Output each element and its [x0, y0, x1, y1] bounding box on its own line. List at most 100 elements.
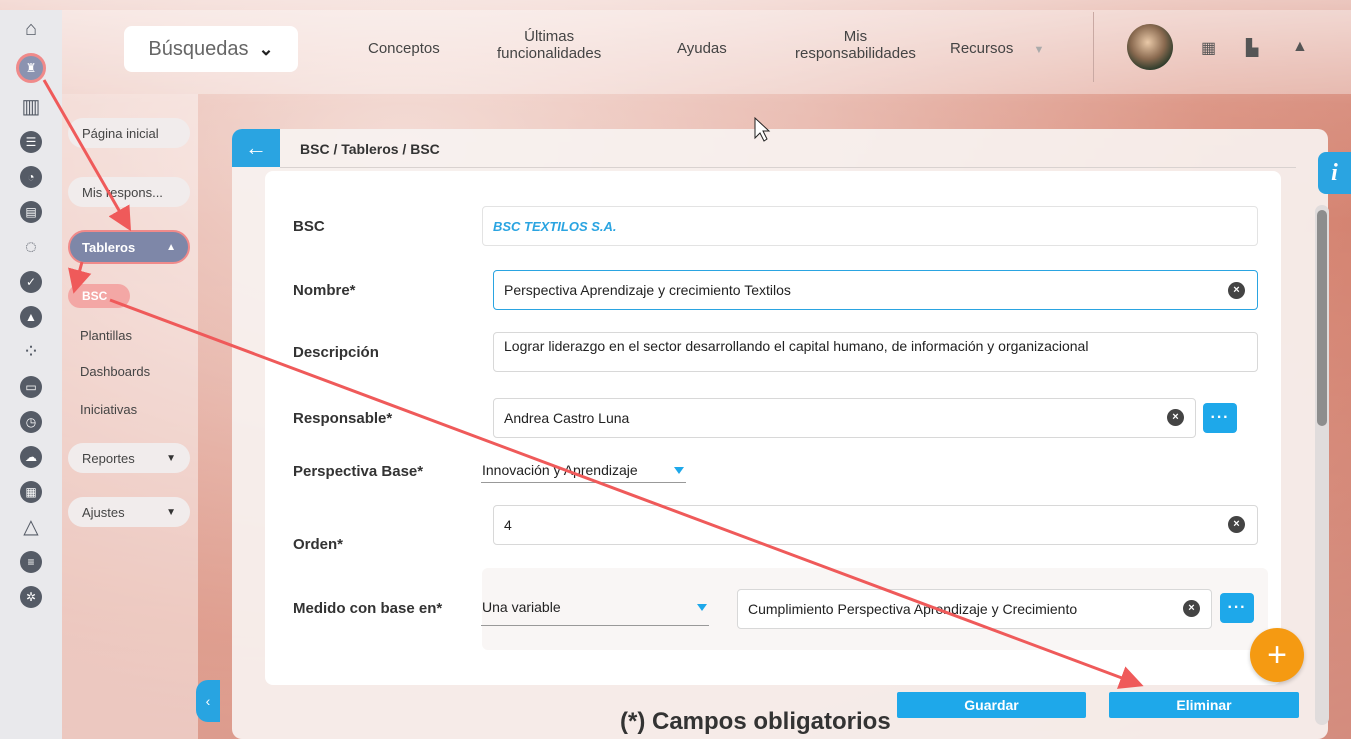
avatar[interactable]: [1127, 24, 1173, 70]
network-icon[interactable]: △: [20, 516, 42, 538]
presentation-icon[interactable]: ▭: [20, 376, 42, 398]
menu-mis-respons[interactable]: Mis respons...: [68, 177, 190, 207]
caret-down-icon: ▼: [1033, 44, 1045, 56]
menu-ajustes[interactable]: Ajustes ▼: [68, 497, 190, 527]
nav-mis-responsabilidades[interactable]: Mis responsabilidades: [795, 28, 916, 62]
submenu-label: Plantillas: [80, 328, 133, 343]
clock-icon[interactable]: ◷: [20, 411, 42, 433]
descripcion-textarea[interactable]: Lograr liderazgo en el sector desarrolla…: [493, 332, 1258, 372]
divider: [280, 167, 1296, 168]
button-label: Guardar: [964, 697, 1019, 713]
menu-label: Página inicial: [82, 125, 159, 141]
nav-label: Ayudas: [677, 40, 727, 57]
bsc-value: BSC TEXTILOS S.A.: [493, 218, 617, 234]
nav-label: responsabilidades: [795, 45, 916, 62]
descripcion-label: Descripción: [293, 344, 379, 361]
submenu-bsc[interactable]: BSC: [68, 284, 130, 308]
menu-label: Mis respons...: [82, 184, 163, 200]
clear-orden-icon[interactable]: ×: [1228, 516, 1245, 533]
submenu-iniciativas[interactable]: Iniciativas: [80, 402, 137, 417]
scrollbar-thumb[interactable]: [1317, 210, 1327, 426]
warning-icon[interactable]: ▲: [20, 306, 42, 328]
nav-label: Conceptos: [368, 40, 440, 57]
submenu-label: Iniciativas: [80, 402, 138, 417]
collapse-menu-button[interactable]: ‹: [196, 680, 220, 722]
responsable-lookup-button[interactable]: ···: [1203, 403, 1237, 433]
pie-chart-icon[interactable]: ◔: [20, 166, 42, 188]
bell-icon[interactable]: ▲: [1292, 38, 1308, 56]
menu-label: Ajustes: [82, 504, 125, 520]
required-fields-note: (*) Campos obligatorios: [620, 708, 891, 735]
eliminar-button[interactable]: Eliminar: [1109, 692, 1299, 718]
icon-rail: ⌂ ♜ ▥ ☰ ◔ ▤ ◌ ✓ ▲ ⁘ ▭ ◷ ☁ ▦ △ ≡ ✲: [0, 10, 62, 739]
medido-caret-icon: [697, 604, 707, 611]
variable-value: Cumplimiento Perspectiva Aprendizaje y C…: [748, 601, 1078, 617]
back-button[interactable]: ←: [232, 129, 280, 167]
top-divider: [1093, 12, 1094, 82]
submenu-plantillas[interactable]: Plantillas: [80, 328, 132, 343]
menu-label: Reportes: [82, 450, 135, 466]
menu-pagina-inicial[interactable]: Página inicial: [68, 118, 190, 148]
chevron-down-icon: ⌄: [258, 38, 274, 59]
descripcion-value: Lograr liderazgo en el sector desarrolla…: [504, 338, 1089, 354]
bsc-module-icon[interactable]: ♜: [16, 53, 46, 83]
map-icon[interactable]: ▙: [1246, 38, 1258, 58]
caret-up-icon: ▲: [166, 241, 176, 253]
bar-chart-icon[interactable]: ▥: [20, 96, 42, 118]
menu-tableros[interactable]: Tableros ▲: [68, 230, 190, 264]
list-icon[interactable]: ≡: [20, 551, 42, 573]
responsable-input[interactable]: Andrea Castro Luna: [493, 398, 1196, 438]
clear-variable-icon[interactable]: ×: [1183, 600, 1200, 617]
submenu-label: BSC: [82, 289, 108, 303]
settings-icon[interactable]: ✲: [20, 586, 42, 608]
variable-lookup-button[interactable]: ···: [1220, 593, 1254, 623]
calendar-icon[interactable]: ▦: [1201, 38, 1216, 58]
medido-label: Medido con base en*: [293, 600, 443, 617]
bsc-label: BSC: [293, 218, 325, 235]
perspectiva-base-value: Innovación y Aprendizaje: [482, 462, 638, 478]
calendar-icon[interactable]: ▦: [20, 481, 42, 503]
chevron-left-icon: ‹: [205, 693, 211, 709]
nav-label: Últimas: [524, 28, 575, 45]
plus-icon: +: [1267, 635, 1287, 674]
nombre-input[interactable]: Perspectiva Aprendizaje y crecimiento Te…: [493, 270, 1258, 310]
perspectiva-base-select[interactable]: [481, 482, 686, 483]
orden-input[interactable]: 4: [493, 505, 1258, 545]
bsc-field: BSC TEXTILOS S.A.: [482, 206, 1258, 246]
submenu-dashboards[interactable]: Dashboards: [80, 364, 150, 379]
nav-label: Mis: [843, 28, 868, 45]
medido-value: Una variable: [482, 599, 561, 615]
add-fab-button[interactable]: +: [1250, 628, 1304, 682]
menu-reportes[interactable]: Reportes ▼: [68, 443, 190, 473]
submenu-label: Dashboards: [80, 364, 151, 379]
info-button[interactable]: i: [1318, 152, 1351, 194]
arrow-left-icon: ←: [245, 135, 267, 160]
check-icon[interactable]: ✓: [20, 271, 42, 293]
guardar-button[interactable]: Guardar: [897, 692, 1086, 718]
clear-nombre-icon[interactable]: ×: [1228, 282, 1245, 299]
nav-ayudas[interactable]: Ayudas: [677, 40, 727, 57]
variable-input[interactable]: Cumplimiento Perspectiva Aprendizaje y C…: [737, 589, 1212, 629]
nav-recursos[interactable]: Recursos ▼: [950, 40, 1044, 59]
cycle-icon[interactable]: ◌: [20, 236, 42, 258]
search-dropdown[interactable]: Búsquedas ⌄: [124, 26, 298, 72]
caret-down-icon: ▼: [166, 452, 176, 464]
medido-select[interactable]: [481, 625, 709, 626]
nombre-label: Nombre*: [293, 282, 356, 299]
caret-down-icon: ▼: [166, 506, 176, 518]
menu-label: Tableros: [82, 239, 136, 255]
more-icon: ···: [1210, 409, 1230, 426]
nav-conceptos[interactable]: Conceptos: [368, 40, 440, 57]
clear-responsable-icon[interactable]: ×: [1167, 409, 1184, 426]
document-icon[interactable]: ▤: [20, 201, 42, 223]
align-icon[interactable]: ☰: [20, 131, 42, 153]
groups-icon[interactable]: ⁘: [20, 341, 42, 363]
cloud-icon[interactable]: ☁: [20, 446, 42, 468]
nav-ultimas-funcionalidades[interactable]: Últimas funcionalidades: [497, 28, 601, 62]
nav-label: funcionalidades: [497, 45, 602, 62]
responsable-value: Andrea Castro Luna: [504, 410, 630, 426]
search-label: Búsquedas: [148, 37, 249, 60]
home-icon[interactable]: ⌂: [20, 18, 42, 40]
button-label: Eliminar: [1176, 697, 1232, 713]
responsable-label: Responsable*: [293, 410, 393, 427]
